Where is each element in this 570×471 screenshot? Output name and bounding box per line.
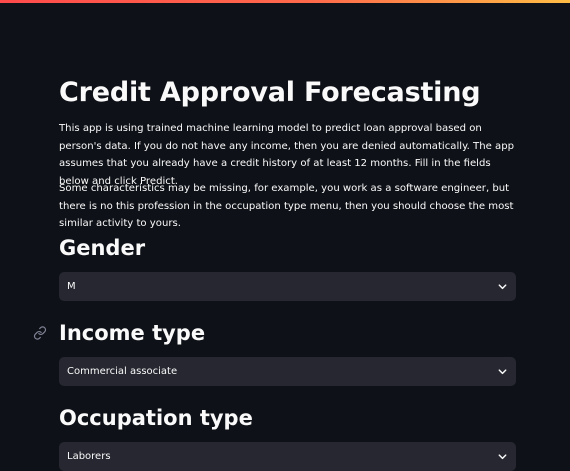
chevron-down-icon [498,369,507,375]
occupation-type-heading: Occupation type [59,406,253,430]
link-icon[interactable] [33,326,47,340]
occupation-type-select[interactable]: Laborers [59,442,516,471]
top-decoration-bar [0,0,570,3]
income-type-heading: Income type [59,321,206,345]
chevron-down-icon [498,284,507,290]
income-type-selected-value: Commercial associate [67,366,178,377]
chevron-down-icon [498,454,507,460]
occupation-type-selected-value: Laborers [67,451,111,462]
page-title: Credit Approval Forecasting [59,77,481,108]
note-paragraph: Some characteristics may be missing, for… [59,183,514,229]
gender-selected-value: M [67,281,76,292]
gender-select[interactable]: M [59,272,516,301]
income-type-select[interactable]: Commercial associate [59,357,516,386]
gender-heading: Gender [59,236,146,260]
